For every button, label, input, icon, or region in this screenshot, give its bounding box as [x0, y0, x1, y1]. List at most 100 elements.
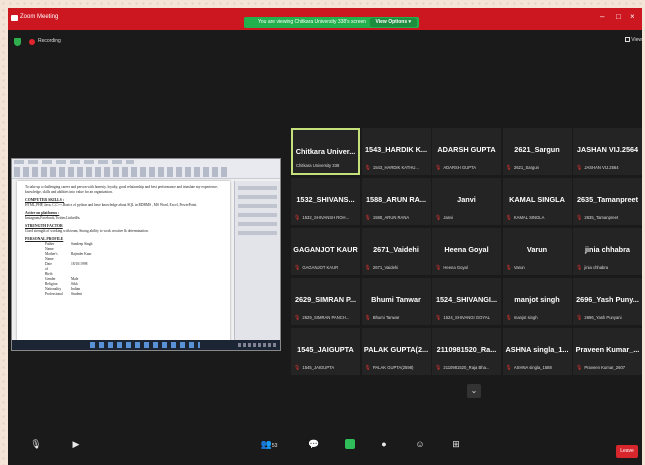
- record-icon: ●: [381, 439, 387, 449]
- mic-muted-icon: 🎙: [576, 265, 583, 271]
- participant-label: 🎙 1524_SHIVANGI GOYAL: [435, 314, 499, 322]
- participant-name: JASHAN VIJ.2564: [576, 145, 639, 154]
- participant-name: 2635_Tamanpreet: [576, 195, 639, 204]
- participant-label: 🎙 ASHNA singla_1588: [506, 364, 570, 372]
- participant-display-name: Chitkara University 338: [296, 163, 340, 168]
- participant-tile[interactable]: 2110981520_Ra... 🎙 2110981520_Raja Bha...: [432, 328, 501, 375]
- encryption-shield-icon[interactable]: [14, 38, 21, 46]
- participant-name: 2629_SIMRAN P...: [294, 295, 357, 304]
- participant-display-name: 2635_Tamanpreet: [584, 215, 619, 220]
- mic-muted-icon: 🎙: [435, 215, 442, 221]
- participant-tile[interactable]: KAMAL SINGLA 🎙 KAMAL SINGLA: [502, 178, 572, 225]
- participant-tile[interactable]: JASHAN VIJ.2564 🎙 JASHAN VIJ.2564: [573, 128, 642, 175]
- participant-tile[interactable]: GAGANJOT KAUR 🎙 GAGANJOT KAUR: [291, 228, 360, 275]
- mic-muted-icon: 🎙: [435, 165, 442, 171]
- ribbon-tools: [14, 167, 229, 177]
- profile-key: Mother's Name: [45, 252, 58, 261]
- participant-tile[interactable]: Heena Goyal 🎙 Heena Goyal: [432, 228, 501, 275]
- mic-muted-icon: 🎙: [505, 365, 512, 371]
- participant-tile[interactable]: Bhumi Tanwar 🎙 Bhumi Tanwar: [361, 278, 431, 325]
- participant-tile[interactable]: 1545_JAIGUPTA 🎙 1545_JAIGUPTA: [291, 328, 360, 375]
- participant-name: 1588_ARUN RA...: [365, 195, 427, 204]
- minimize-icon[interactable]: –: [600, 12, 604, 21]
- participant-tile[interactable]: PALAK GUPTA(2... 🎙 PALAK GUPTA(2598): [361, 328, 431, 375]
- recording-icon: [29, 39, 35, 45]
- participant-label: 🎙 GAGANJOT KAUR: [294, 264, 358, 272]
- participant-tile[interactable]: 2671_Vaidehi 🎙 2671_Vaidehi: [361, 228, 431, 275]
- apps-button[interactable]: ⊞: [442, 439, 470, 450]
- screen-share-banner: You are viewing Chitkara University 338'…: [244, 17, 419, 28]
- participant-tile[interactable]: 1524_SHIVANGI... 🎙 1524_SHIVANGI GOYAL: [432, 278, 501, 325]
- record-button[interactable]: ●: [370, 439, 398, 450]
- down-arrow-icon[interactable]: ⌄: [467, 384, 481, 398]
- participant-name: Bhumi Tanwar: [371, 295, 421, 304]
- windows-taskbar: [12, 340, 280, 350]
- mic-muted-icon: 🎙: [435, 265, 442, 271]
- participant-name: KAMAL SINGLA: [509, 195, 565, 204]
- reactions-button[interactable]: ☺: [406, 439, 434, 450]
- participant-label: 🎙 Janvi: [435, 214, 499, 222]
- profile-table: Father Name Sandeep Singh Mother's Name Ra…: [25, 242, 222, 297]
- participant-label: 🎙 jinia chhabra: [576, 264, 640, 272]
- mic-muted-icon: 🎙: [505, 165, 512, 171]
- participant-display-name: Bhumi Tanwar: [372, 315, 400, 320]
- participant-tile[interactable]: 1588_ARUN RA... 🎙 1588_ARUN RANA: [361, 178, 431, 225]
- view-options-button[interactable]: View Options ▾: [369, 18, 417, 27]
- title-bar: Zoom Meeting You are viewing Chitkara Un…: [8, 8, 642, 30]
- video-off-icon: ▶: [72, 439, 80, 449]
- profile-value: 18/10/1998: [71, 262, 88, 266]
- participants-button[interactable]: 👥53: [255, 439, 283, 452]
- mic-muted-icon: 🎙: [294, 365, 301, 371]
- window-title: Zoom Meeting: [20, 14, 59, 20]
- participant-label: 🎙 1532_SHIVANSH ROH...: [294, 214, 358, 222]
- participant-name: 1545_JAIGUPTA: [297, 345, 354, 354]
- participant-name: manjot singh: [514, 295, 560, 304]
- mic-muted-icon: 🎙: [576, 215, 583, 221]
- participant-display-name: ADARSH GUPTA: [443, 165, 477, 170]
- participant-tile[interactable]: Praveen Kumar_... 🎙 Praveen Kumar_2607: [573, 328, 642, 375]
- profile-value: Sandeep Singh: [71, 242, 93, 246]
- chat-button[interactable]: 💬: [300, 439, 328, 450]
- participant-display-name: 2696_Yash Punyani: [584, 315, 622, 320]
- view-button[interactable]: View: [625, 37, 642, 43]
- participant-tile[interactable]: 2696_Yash Puny... 🎙 2696_Yash Punyani: [573, 278, 642, 325]
- participant-name: 1543_HARDIK K...: [364, 145, 428, 154]
- profile-row: Professional Student: [25, 292, 222, 297]
- mic-muted-icon: 🎙: [505, 315, 512, 321]
- participant-tile[interactable]: Chitkara Univer... Chitkara University 33…: [291, 128, 360, 175]
- reactions-icon: ☺: [415, 439, 425, 449]
- mic-muted-icon: 🎙: [364, 315, 371, 321]
- start-video-button[interactable]: ▶: [62, 439, 90, 450]
- participant-display-name: 1588_ARUN RANA: [372, 215, 410, 220]
- close-icon[interactable]: ×: [630, 12, 635, 21]
- participant-tile[interactable]: 2621_Sargun 🎙 2621_Sargun: [502, 128, 572, 175]
- leave-button[interactable]: Leave: [616, 445, 638, 458]
- participant-tile[interactable]: manjot singh 🎙 manjot singh: [502, 278, 572, 325]
- unmute-button[interactable]: 🎙: [22, 439, 50, 450]
- participant-label: 🎙 KAMAL SINGLA: [506, 214, 570, 222]
- zoom-logo-icon: [11, 15, 18, 21]
- participant-tile[interactable]: 2635_Tamanpreet 🎙 2635_Tamanpreet: [573, 178, 642, 225]
- mic-muted-icon: 🎙: [364, 165, 371, 171]
- participant-display-name: ASHNA singla_1588: [513, 365, 552, 370]
- participant-tile[interactable]: Janvi 🎙 Janvi: [432, 178, 501, 225]
- resume-document: To take up a challenging career and pers…: [17, 181, 230, 341]
- participant-tile[interactable]: ADARSH GUPTA 🎙 ADARSH GUPTA: [432, 128, 501, 175]
- participant-tile[interactable]: 1532_SHIVANS... 🎙 1532_SHIVANSH ROH...: [291, 178, 360, 225]
- participant-name: 2671_Vaidehi: [373, 245, 419, 254]
- participant-tile[interactable]: 1543_HARDIK K... 🎙 1543_HARDIK KATHU...: [361, 128, 431, 175]
- participant-label: 🎙 ADARSH GUPTA: [435, 164, 499, 172]
- participant-display-name: 2621_Sargun: [513, 165, 540, 170]
- participant-name: 2110981520_Ra...: [436, 345, 497, 354]
- participant-name: Praveen Kumar_...: [575, 345, 640, 354]
- participant-tile[interactable]: 2629_SIMRAN P... 🎙 2629_SIMRAN PANCH...: [291, 278, 360, 325]
- maximize-icon[interactable]: □: [616, 12, 621, 21]
- participant-tile[interactable]: Varun 🎙 Varun: [502, 228, 572, 275]
- mic-muted-icon: 🎙: [294, 265, 301, 271]
- share-screen-button[interactable]: [336, 439, 364, 452]
- participant-label: 🎙 2696_Yash Punyani: [576, 314, 640, 322]
- participant-tile[interactable]: jinia chhabra 🎙 jinia chhabra: [573, 228, 642, 275]
- profile-value: Rajinder Kaur: [71, 252, 92, 256]
- participant-tile[interactable]: ASHNA singla_1... 🎙 ASHNA singla_1588: [502, 328, 572, 375]
- participant-name: 2621_Sargun: [514, 145, 560, 154]
